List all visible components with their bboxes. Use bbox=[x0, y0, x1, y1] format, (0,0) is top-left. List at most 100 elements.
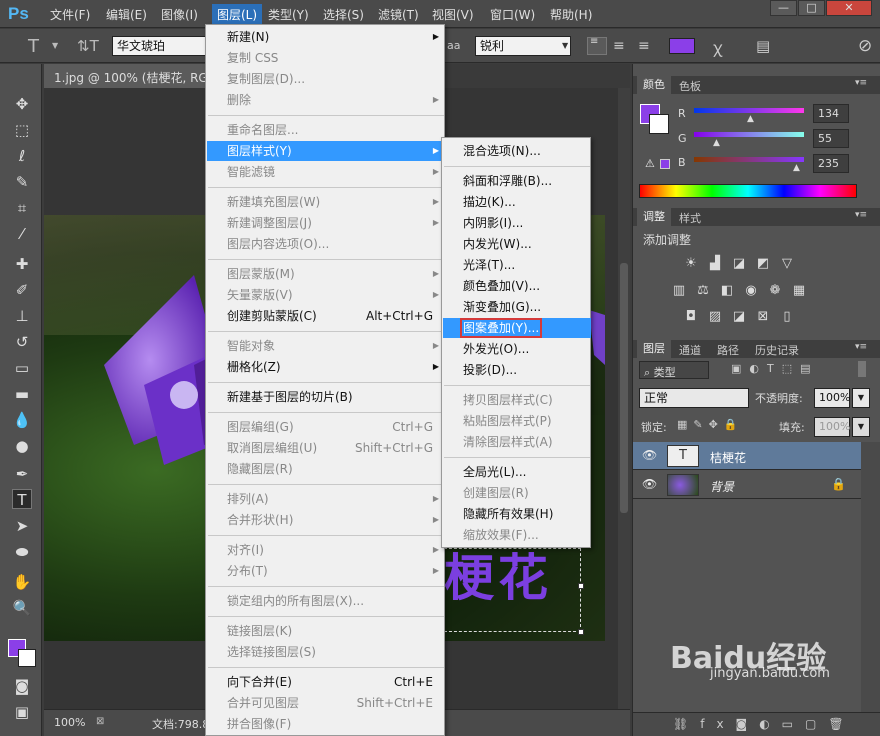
color-balance-icon[interactable]: ⚖ bbox=[695, 284, 711, 298]
b-slider[interactable] bbox=[694, 157, 804, 162]
menu-3[interactable]: 图层(L) bbox=[212, 4, 263, 25]
type-tool-icon[interactable]: T bbox=[12, 489, 32, 509]
levels-icon[interactable]: ▟ bbox=[707, 257, 723, 271]
b-value[interactable]: 235 bbox=[813, 154, 849, 173]
transform-handle[interactable] bbox=[578, 629, 584, 635]
menu-item[interactable]: 矢量蒙版(V) ▶ bbox=[207, 285, 445, 305]
menu-item[interactable]: 图层蒙版(M) ▶ bbox=[207, 264, 445, 284]
menu-item[interactable]: 删除 ▶ bbox=[207, 90, 445, 110]
menu-item[interactable]: 图层内容选项(O)... bbox=[207, 234, 445, 254]
menu-item[interactable]: 图层编组(G) Ctrl+G bbox=[207, 417, 445, 437]
menu-0[interactable]: 文件(F) bbox=[50, 6, 90, 23]
menu-2[interactable]: 图像(I) bbox=[161, 6, 198, 23]
quick-select-tool-icon[interactable]: ✎ bbox=[12, 172, 32, 192]
menu-item[interactable]: 合并形状(H) ▶ bbox=[207, 510, 445, 530]
brush-tool-icon[interactable]: ✐ bbox=[12, 280, 32, 300]
slider-thumb-icon[interactable]: ▲ bbox=[713, 138, 720, 148]
menu-6[interactable]: 滤镜(T) bbox=[378, 6, 419, 23]
align-right-icon[interactable]: ≡ bbox=[638, 38, 650, 54]
document-tab[interactable]: 1.jpg @ 100% (桔梗花, RGB/ bbox=[44, 64, 219, 88]
menu-item[interactable]: 清除图层样式(A) bbox=[443, 432, 591, 452]
layers-footer-icons[interactable]: ⛓fx◙◐▭▢🗑 bbox=[633, 712, 880, 736]
background-color-swatch[interactable] bbox=[649, 114, 669, 134]
menu-item[interactable]: 图案叠加(Y)... bbox=[443, 318, 591, 338]
hand-tool-icon[interactable]: ✋ bbox=[12, 572, 32, 592]
brightness-icon[interactable]: ☀ bbox=[683, 257, 699, 271]
panel-menu-icon[interactable]: ▾≡ bbox=[855, 210, 867, 220]
marquee-tool-icon[interactable]: ⬚ bbox=[12, 120, 32, 140]
tab-swatches[interactable]: 色板 bbox=[679, 78, 701, 94]
menu-item[interactable]: 缩放效果(F)... bbox=[443, 525, 591, 545]
tab-adjustments[interactable]: 调整 bbox=[637, 208, 671, 226]
exposure-icon[interactable]: ◩ bbox=[755, 257, 771, 271]
hue-saturation-icon[interactable]: ▥ bbox=[671, 284, 687, 298]
menu-item[interactable]: 拼合图像(F) bbox=[207, 714, 445, 734]
cancel-icon[interactable]: ⊘ bbox=[858, 36, 872, 56]
opacity-input[interactable]: 100% bbox=[814, 388, 850, 408]
lock-icons[interactable]: ▦✎✥🔒 bbox=[677, 418, 744, 431]
menu-item[interactable]: 分布(T) ▶ bbox=[207, 561, 445, 581]
menu-item[interactable]: 栅格化(Z) ▶ bbox=[207, 357, 445, 377]
tab-layers[interactable]: 图层 bbox=[637, 340, 671, 358]
channel-mixer-icon[interactable]: ❁ bbox=[767, 284, 783, 298]
menu-7[interactable]: 视图(V) bbox=[432, 6, 474, 23]
invert-icon[interactable]: ◘ bbox=[683, 310, 699, 324]
healing-brush-tool-icon[interactable]: ✚ bbox=[12, 254, 32, 274]
gradient-map-icon[interactable]: ▯ bbox=[779, 310, 795, 324]
r-value[interactable]: 134 bbox=[813, 104, 849, 123]
menu-item[interactable]: 混合选项(N)... bbox=[443, 141, 591, 161]
menu-9[interactable]: 帮助(H) bbox=[550, 6, 592, 23]
menu-item[interactable]: 全局光(L)... bbox=[443, 462, 591, 482]
vibrance-icon[interactable]: ▽ bbox=[779, 257, 795, 271]
menu-item[interactable]: 复制 CSS bbox=[207, 48, 445, 68]
menu-item[interactable]: 向下合并(E) Ctrl+E bbox=[207, 672, 445, 692]
menu-item[interactable]: 颜色叠加(V)... bbox=[443, 276, 591, 296]
black-white-icon[interactable]: ◧ bbox=[719, 284, 735, 298]
menu-item[interactable]: 隐藏图层(R) bbox=[207, 459, 445, 479]
minimize-button[interactable]: — bbox=[770, 0, 797, 16]
blend-mode-select[interactable]: 正常 bbox=[639, 388, 749, 408]
slider-thumb-icon[interactable]: ▲ bbox=[747, 114, 754, 124]
text-color-swatch[interactable] bbox=[669, 38, 695, 54]
g-value[interactable]: 55 bbox=[813, 129, 849, 148]
eye-icon[interactable]: 👁 bbox=[642, 477, 657, 491]
photo-filter-icon[interactable]: ◉ bbox=[743, 284, 759, 298]
menu-item[interactable]: 重命名图层... bbox=[207, 120, 445, 140]
menu-item[interactable]: 图层样式(Y) ▶ bbox=[207, 141, 445, 161]
threshold-icon[interactable]: ◪ bbox=[731, 310, 747, 324]
align-center-icon[interactable]: ≡ bbox=[613, 38, 625, 54]
eye-icon[interactable]: 👁 bbox=[642, 448, 657, 462]
menu-item[interactable]: 新建调整图层(J) ▶ bbox=[207, 213, 445, 233]
g-slider[interactable] bbox=[694, 132, 804, 137]
layer-name[interactable]: 背景 bbox=[710, 478, 734, 495]
clone-stamp-tool-icon[interactable]: ⊥ bbox=[12, 306, 32, 326]
restore-button[interactable]: □ bbox=[798, 0, 825, 16]
menu-item[interactable]: 锁定组内的所有图层(X)... bbox=[207, 591, 445, 611]
antialias-select[interactable]: 锐利 bbox=[475, 36, 571, 56]
menu-8[interactable]: 窗口(W) bbox=[490, 6, 535, 23]
close-button[interactable]: ✕ bbox=[826, 0, 872, 16]
blur-tool-icon[interactable]: 💧 bbox=[12, 410, 32, 430]
zoom-level[interactable]: 100% bbox=[54, 716, 85, 729]
menu-item[interactable]: 新建基于图层的切片(B) bbox=[207, 387, 445, 407]
menu-item[interactable]: 新建(N) ▶ bbox=[207, 27, 445, 47]
menu-item[interactable]: 内阴影(I)... bbox=[443, 213, 591, 233]
dodge-tool-icon[interactable]: ● bbox=[12, 436, 32, 456]
warp-text-icon[interactable]: ꭓ bbox=[713, 36, 722, 58]
zoom-tool-icon[interactable]: 🔍 bbox=[12, 598, 32, 618]
menu-item[interactable]: 选择链接图层(S) bbox=[207, 642, 445, 662]
chevron-down-icon[interactable]: ▼ bbox=[52, 41, 58, 50]
font-family-select[interactable]: 华文琥珀 bbox=[112, 36, 208, 56]
history-brush-tool-icon[interactable]: ↺ bbox=[12, 332, 32, 352]
tab-color[interactable]: 颜色 bbox=[637, 76, 671, 94]
layer-name[interactable]: 桔梗花 bbox=[710, 449, 746, 466]
menu-5[interactable]: 选择(S) bbox=[323, 6, 364, 23]
panel-menu-icon[interactable]: ▾≡ bbox=[855, 342, 867, 352]
tab-history[interactable]: 历史记录 bbox=[755, 342, 799, 358]
scrollbar-thumb[interactable] bbox=[620, 263, 628, 513]
menu-item[interactable]: 智能滤镜 ▶ bbox=[207, 162, 445, 182]
filter-toggle[interactable] bbox=[858, 361, 866, 377]
eyedropper-tool-icon[interactable]: ⁄ bbox=[12, 224, 32, 244]
menu-item[interactable]: 创建图层(R) bbox=[443, 483, 591, 503]
layer-row[interactable]: 👁 背景 🔒 bbox=[633, 471, 861, 499]
